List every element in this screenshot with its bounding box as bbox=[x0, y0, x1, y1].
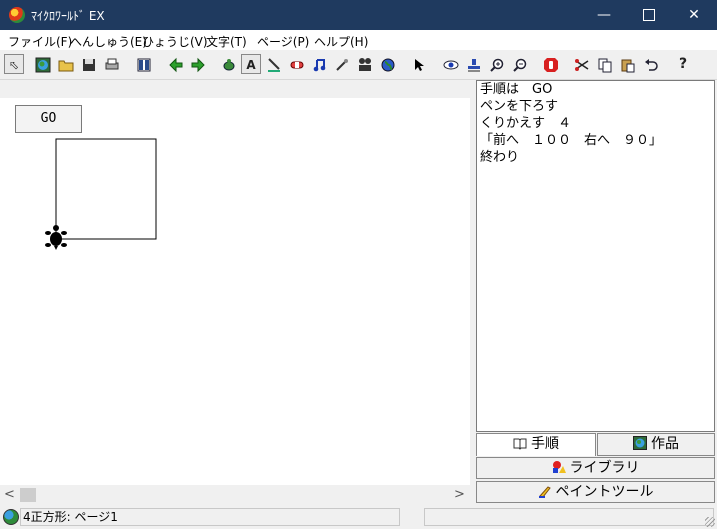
music-note-icon[interactable] bbox=[310, 54, 330, 74]
panel-tabs: 手順 作品 bbox=[476, 433, 715, 456]
procedure-line: 終わり bbox=[480, 150, 520, 165]
frame-icon[interactable] bbox=[134, 54, 154, 74]
procedure-line: 「前へ １００ 右へ ９０」 bbox=[480, 133, 663, 148]
pen-tool-icon[interactable] bbox=[264, 54, 284, 74]
eye-icon[interactable] bbox=[441, 54, 461, 74]
book-icon bbox=[513, 438, 527, 450]
status-text: 4正方形: ページ1 bbox=[20, 508, 400, 526]
turtle-icon[interactable] bbox=[219, 54, 239, 74]
window-title: ﾏｲｸﾛﾜｰﾙﾄﾞ EX bbox=[31, 9, 105, 23]
status-bar: 4正方形: ページ1 bbox=[0, 506, 717, 529]
undo-icon[interactable] bbox=[641, 54, 661, 74]
procedure-line: くりかえす ４ bbox=[480, 116, 572, 131]
film-projector-icon[interactable] bbox=[355, 54, 375, 74]
scroll-right-button[interactable]: > bbox=[454, 486, 465, 504]
menu-file[interactable]: ファイル(F) bbox=[8, 33, 72, 50]
shapes-icon bbox=[552, 461, 566, 473]
stop-hand-icon[interactable] bbox=[541, 54, 561, 74]
toolbar: ⬁ A ? bbox=[0, 51, 717, 80]
tab-library[interactable]: ライブラリ bbox=[476, 457, 715, 479]
help-icon[interactable]: ? bbox=[673, 54, 693, 74]
globe-status-icon bbox=[3, 509, 19, 525]
work-canvas[interactable]: GO bbox=[0, 80, 470, 485]
menu-page[interactable]: ページ(P) bbox=[257, 33, 309, 50]
close-button[interactable]: ✕ bbox=[671, 0, 717, 30]
tab-procedure-label: 手順 bbox=[531, 436, 559, 452]
minimize-button[interactable]: — bbox=[581, 0, 627, 30]
drawing-layer bbox=[45, 138, 157, 250]
zoom-in-icon[interactable] bbox=[487, 54, 507, 74]
back-arrow-icon[interactable] bbox=[166, 54, 186, 74]
paste-icon[interactable] bbox=[618, 54, 638, 74]
horizontal-scrollbar[interactable]: < > bbox=[0, 486, 470, 504]
tab-procedure[interactable]: 手順 bbox=[476, 433, 596, 456]
turtle-sprite[interactable] bbox=[45, 225, 67, 250]
open-folder-icon[interactable] bbox=[56, 54, 76, 74]
copy-icon[interactable] bbox=[595, 54, 615, 74]
title-bar: ﾏｲｸﾛﾜｰﾙﾄﾞ EX — ✕ bbox=[0, 0, 717, 30]
maximize-button[interactable] bbox=[626, 0, 672, 30]
panel-splitter[interactable] bbox=[470, 80, 475, 505]
menu-bar: ファイル(F) へんしゅう(E) ひょうじ(V) 文字(T) ページ(P) ヘル… bbox=[0, 30, 717, 50]
procedure-line: ペンを下ろす bbox=[480, 99, 559, 114]
world-globe-icon[interactable] bbox=[378, 54, 398, 74]
procedure-line: 手順は GO bbox=[480, 82, 553, 97]
scroll-left-button[interactable]: < bbox=[4, 486, 15, 504]
scroll-thumb[interactable] bbox=[20, 488, 36, 502]
menu-help[interactable]: ヘルプ(H) bbox=[314, 33, 368, 50]
scissors-icon[interactable] bbox=[572, 54, 592, 74]
pointer-mode-icon[interactable]: ⬁ bbox=[4, 54, 24, 74]
menu-view[interactable]: ひょうじ(V) bbox=[142, 33, 208, 50]
tab-paint-tool[interactable]: ペイントツール bbox=[476, 481, 715, 503]
tab-library-label: ライブラリ bbox=[569, 460, 640, 476]
menu-text[interactable]: 文字(T) bbox=[206, 33, 247, 50]
paintbrush-icon bbox=[538, 486, 551, 498]
procedure-editor[interactable]: 手順は GO ペンを下ろす くりかえす ４ 「前へ １００ 右へ ９０」 終わり bbox=[476, 80, 715, 432]
zoom-out-icon[interactable] bbox=[510, 54, 530, 74]
app-logo-icon bbox=[9, 7, 25, 23]
stamp-icon[interactable] bbox=[464, 54, 484, 74]
arrow-cursor-icon[interactable] bbox=[409, 54, 429, 74]
magic-wand-icon[interactable] bbox=[332, 54, 352, 74]
resize-grip-icon[interactable] bbox=[705, 517, 715, 527]
text-box-icon[interactable]: A bbox=[241, 54, 261, 74]
tab-paint-tool-label: ペイントツール bbox=[555, 484, 654, 500]
save-disk-icon[interactable] bbox=[79, 54, 99, 74]
maximize-icon bbox=[643, 9, 655, 21]
forward-arrow-icon[interactable] bbox=[188, 54, 208, 74]
eraser-icon[interactable] bbox=[287, 54, 307, 74]
print-icon[interactable] bbox=[102, 54, 122, 74]
tab-works[interactable]: 作品 bbox=[597, 433, 715, 456]
globe-icon[interactable] bbox=[33, 54, 53, 74]
menu-edit[interactable]: へんしゅう(E) bbox=[70, 33, 147, 50]
status-pane-secondary bbox=[424, 508, 714, 526]
tab-works-label: 作品 bbox=[651, 436, 679, 452]
drawn-square bbox=[55, 138, 157, 240]
globe-icon bbox=[633, 436, 647, 450]
